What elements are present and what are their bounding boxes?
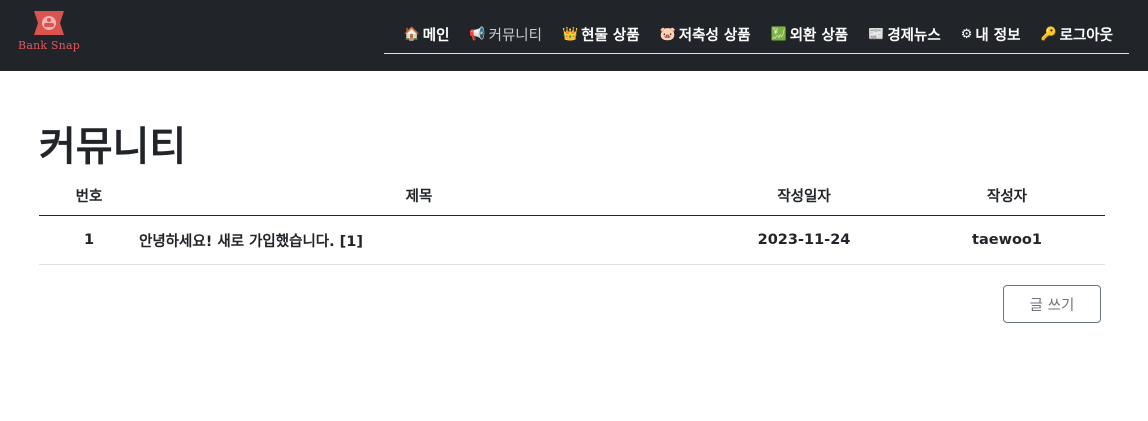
crown-icon: 👑 — [561, 27, 579, 42]
nav-item-label: 로그아웃 — [1059, 28, 1113, 44]
main-content: 커뮤니티 번호 제목 작성일자 작성자 1 안녕하세요! 새로 가입했습니다. … — [0, 71, 1148, 323]
column-header-number: 번호 — [39, 175, 139, 216]
nav-item-savings-products[interactable]: 🐷 저축성 상품 — [650, 24, 761, 45]
table-row[interactable]: 1 안녕하세요! 새로 가입했습니다. [1] 2023-11-24 taewo… — [39, 215, 1105, 265]
newspaper-icon: 📰 — [868, 27, 885, 42]
nav-item-label: 커뮤니티 — [488, 28, 542, 44]
nav-item-logout[interactable]: 🔑 로그아웃 — [1030, 24, 1123, 45]
nav-item-forex-products[interactable]: 💹 외환 상품 — [761, 24, 859, 45]
top-navbar: Bank Snap 🏠 메인 📢 커뮤니티 👑 현물 상품 🐷 저축성 상품 💹… — [0, 0, 1148, 71]
nav-item-community[interactable]: 📢 커뮤니티 — [459, 24, 552, 45]
column-header-date: 작성일자 — [699, 175, 909, 216]
chart-icon: 💹 — [770, 27, 787, 42]
table-header-row: 번호 제목 작성일자 작성자 — [39, 175, 1105, 216]
action-bar: 글 쓰기 — [39, 285, 1105, 323]
nav-item-label: 저축성 상품 — [678, 28, 751, 44]
nav-item-label: 내 정보 — [975, 28, 1021, 44]
nav-item-economy-news[interactable]: 📰 경제뉴스 — [858, 24, 951, 45]
brand-name: Bank Snap — [18, 39, 80, 52]
post-date: 2023-11-24 — [699, 215, 909, 265]
key-icon: 🔑 — [1040, 27, 1057, 42]
nav-item-spot-products[interactable]: 👑 현물 상품 — [552, 24, 650, 45]
megaphone-icon: 📢 — [469, 27, 486, 42]
post-title-cell: 안녕하세요! 새로 가입했습니다. [1] — [139, 215, 699, 265]
write-post-button[interactable]: 글 쓰기 — [1003, 285, 1101, 323]
gear-icon: ⚙ — [960, 27, 973, 42]
nav-item-main[interactable]: 🏠 메인 — [394, 24, 460, 45]
nav-item-label: 메인 — [422, 28, 450, 44]
nav-item-label: 외환 상품 — [789, 28, 849, 44]
column-header-author: 작성자 — [909, 175, 1105, 216]
main-nav: 🏠 메인 📢 커뮤니티 👑 현물 상품 🐷 저축성 상품 💹 외환 상품 📰 경… — [383, 16, 1129, 54]
nav-item-my-info[interactable]: ⚙ 내 정보 — [951, 24, 1031, 45]
house-icon: 🏠 — [403, 27, 420, 42]
column-header-title: 제목 — [139, 175, 699, 216]
piggy-bank-logo-icon — [34, 11, 64, 35]
nav-item-label: 현물 상품 — [581, 28, 640, 44]
post-title-link[interactable]: 안녕하세요! 새로 가입했습니다. [1] — [139, 234, 363, 250]
page-title: 커뮤니티 — [39, 124, 187, 170]
brand-logo[interactable]: Bank Snap — [14, 9, 84, 59]
pig-icon: 🐷 — [659, 27, 676, 42]
nav-item-label: 경제뉴스 — [887, 28, 941, 44]
post-table: 번호 제목 작성일자 작성자 1 안녕하세요! 새로 가입했습니다. [1] 2… — [39, 175, 1105, 265]
post-number: 1 — [39, 215, 139, 265]
post-author: taewoo1 — [909, 215, 1105, 265]
